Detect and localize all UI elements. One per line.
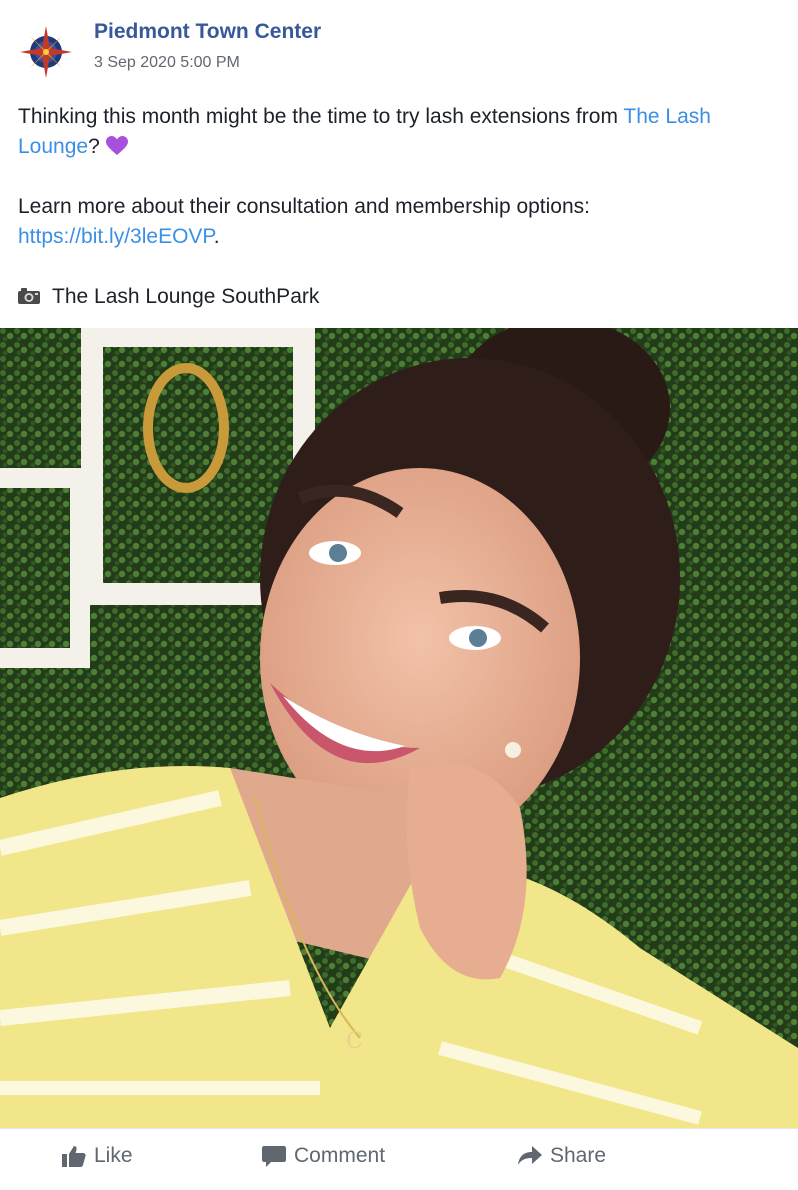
page-name[interactable]: Piedmont Town Center: [94, 20, 321, 44]
post-header: Piedmont Town Center 3 Sep 2020 5:00 PM: [0, 0, 798, 90]
url-period: .: [213, 225, 220, 248]
post-timestamp[interactable]: 3 Sep 2020 5:00 PM: [94, 54, 240, 72]
short-url-link[interactable]: https://bit.ly/3leEOVP: [18, 225, 214, 248]
post-body: Thinking this month might be the time to…: [18, 102, 778, 312]
like-label: Like: [94, 1144, 133, 1167]
share-label: Share: [550, 1144, 607, 1167]
share-button[interactable]: Share: [518, 1141, 606, 1171]
like-button[interactable]: Like: [62, 1141, 133, 1171]
camera-icon: [18, 283, 40, 304]
post-paragraph-3: The Lash Lounge SouthPark: [18, 282, 778, 312]
post-photo[interactable]: C: [0, 328, 798, 1128]
purple-heart-icon: [105, 135, 128, 155]
selfie-photo: C: [0, 328, 798, 1128]
post-paragraph-2: Learn more about their consultation and …: [18, 192, 778, 252]
comment-label: Comment: [294, 1144, 386, 1167]
post-actions-bar: Like Comment Share: [0, 1128, 798, 1190]
location-text: The Lash Lounge SouthPark: [52, 285, 320, 308]
svg-text:C: C: [346, 1029, 363, 1054]
share-arrow-icon: [518, 1146, 542, 1165]
post-text-question: ?: [88, 135, 100, 158]
learn-more-text: Learn more about their consultation and …: [18, 195, 591, 218]
post-paragraph-1: Thinking this month might be the time to…: [18, 102, 778, 162]
comment-button[interactable]: Comment: [262, 1141, 385, 1171]
compass-logo-icon[interactable]: [18, 24, 74, 80]
post-text-intro: Thinking this month might be the time to…: [18, 105, 624, 128]
thumbs-up-icon: [62, 1146, 86, 1167]
comment-bubble-icon: [262, 1146, 286, 1167]
